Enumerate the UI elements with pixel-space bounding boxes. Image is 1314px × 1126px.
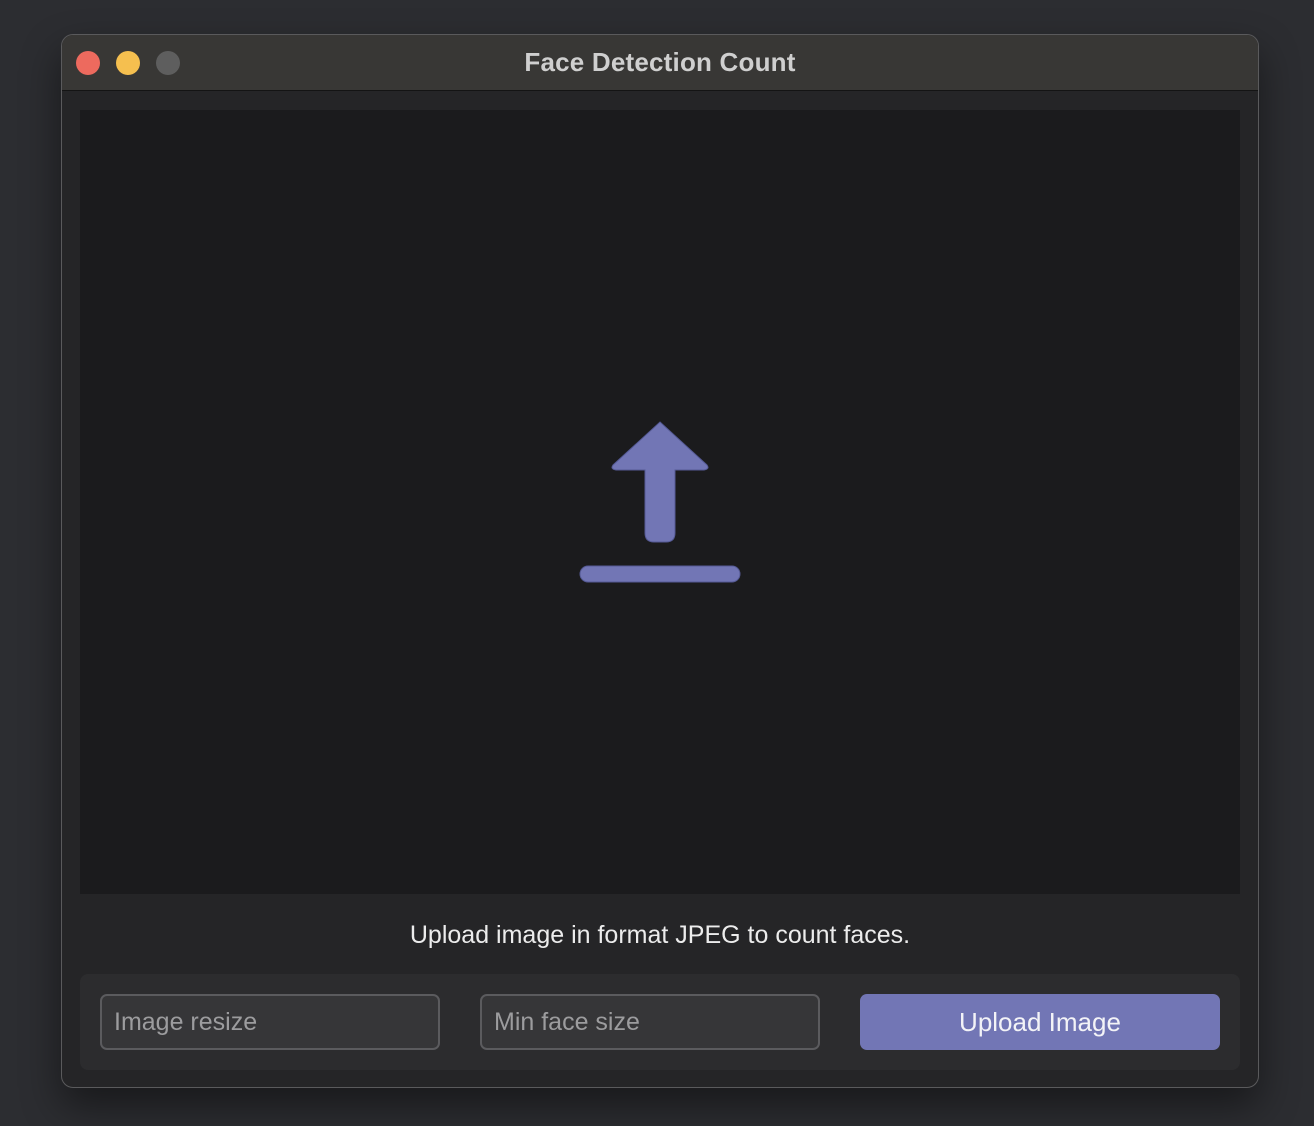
app-window: Face Detection Count Upload image in for… [61, 34, 1259, 1088]
image-drop-area[interactable] [80, 110, 1240, 894]
upload-image-button[interactable]: Upload Image [860, 994, 1220, 1050]
desktop: Face Detection Count Upload image in for… [0, 0, 1314, 1126]
controls-bar: Upload Image [80, 974, 1240, 1070]
image-resize-input[interactable] [100, 994, 440, 1050]
window-title: Face Detection Count [524, 47, 796, 77]
upload-icon [579, 421, 741, 583]
title-bar: Face Detection Count [62, 35, 1258, 91]
min-face-size-input[interactable] [480, 994, 820, 1050]
instruction-text: Upload image in format JPEG to count fac… [409, 921, 911, 949]
